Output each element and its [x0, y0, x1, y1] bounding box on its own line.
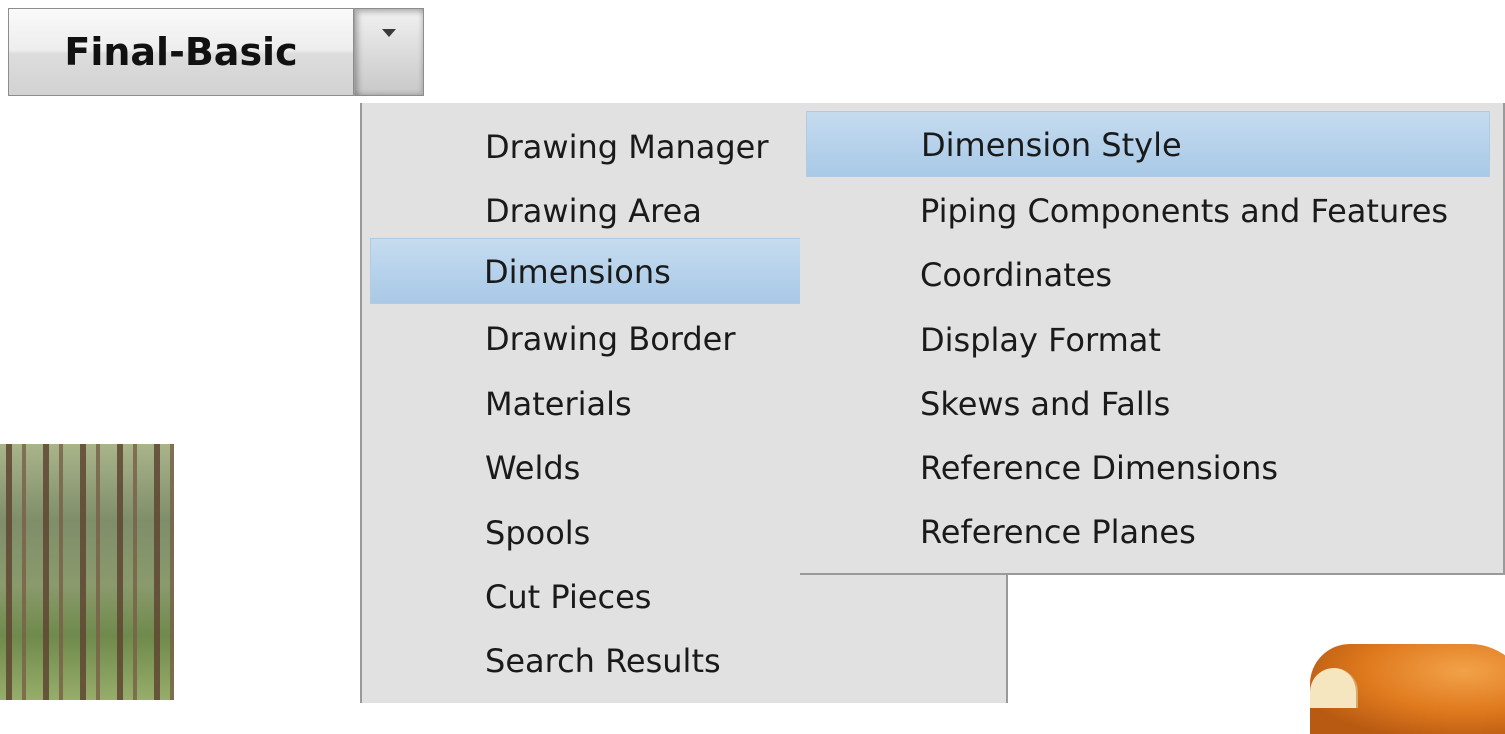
chevron-down-icon	[382, 29, 396, 37]
menu-item-dimensions[interactable]: Dimensions	[370, 238, 803, 304]
dimensions-submenu: Dimension Style Piping Components and Fe…	[800, 103, 1505, 575]
menu-item-drawing-manager[interactable]: Drawing Manager	[372, 115, 802, 179]
bread-slice-face	[1310, 668, 1358, 708]
submenu-item-dimension-style[interactable]: Dimension Style	[806, 111, 1490, 177]
submenu-item-piping-components-and-features[interactable]: Piping Components and Features	[806, 179, 1490, 243]
menu-item-materials[interactable]: Materials	[372, 372, 802, 436]
submenu-item-display-format[interactable]: Display Format	[806, 308, 1490, 372]
menu-item-spools[interactable]: Spools	[372, 501, 802, 565]
submenu-item-skews-and-falls[interactable]: Skews and Falls	[806, 372, 1490, 436]
submenu-item-reference-planes[interactable]: Reference Planes	[806, 500, 1490, 564]
combo-label: Final-Basic	[64, 30, 298, 74]
submenu-item-reference-dimensions[interactable]: Reference Dimensions	[806, 436, 1490, 500]
menu-item-search-results[interactable]: Search Results	[372, 629, 802, 693]
menu-item-cut-pieces[interactable]: Cut Pieces	[372, 565, 802, 629]
submenu-item-coordinates[interactable]: Coordinates	[806, 243, 1490, 307]
forest-thumbnail-image	[0, 444, 174, 700]
menu-item-welds[interactable]: Welds	[372, 436, 802, 500]
combo-dropdown-button[interactable]	[354, 8, 424, 96]
view-style-combo-button[interactable]: Final-Basic	[8, 8, 354, 96]
menu-item-drawing-border[interactable]: Drawing Border	[372, 307, 802, 371]
menu-item-drawing-area[interactable]: Drawing Area	[372, 179, 802, 243]
